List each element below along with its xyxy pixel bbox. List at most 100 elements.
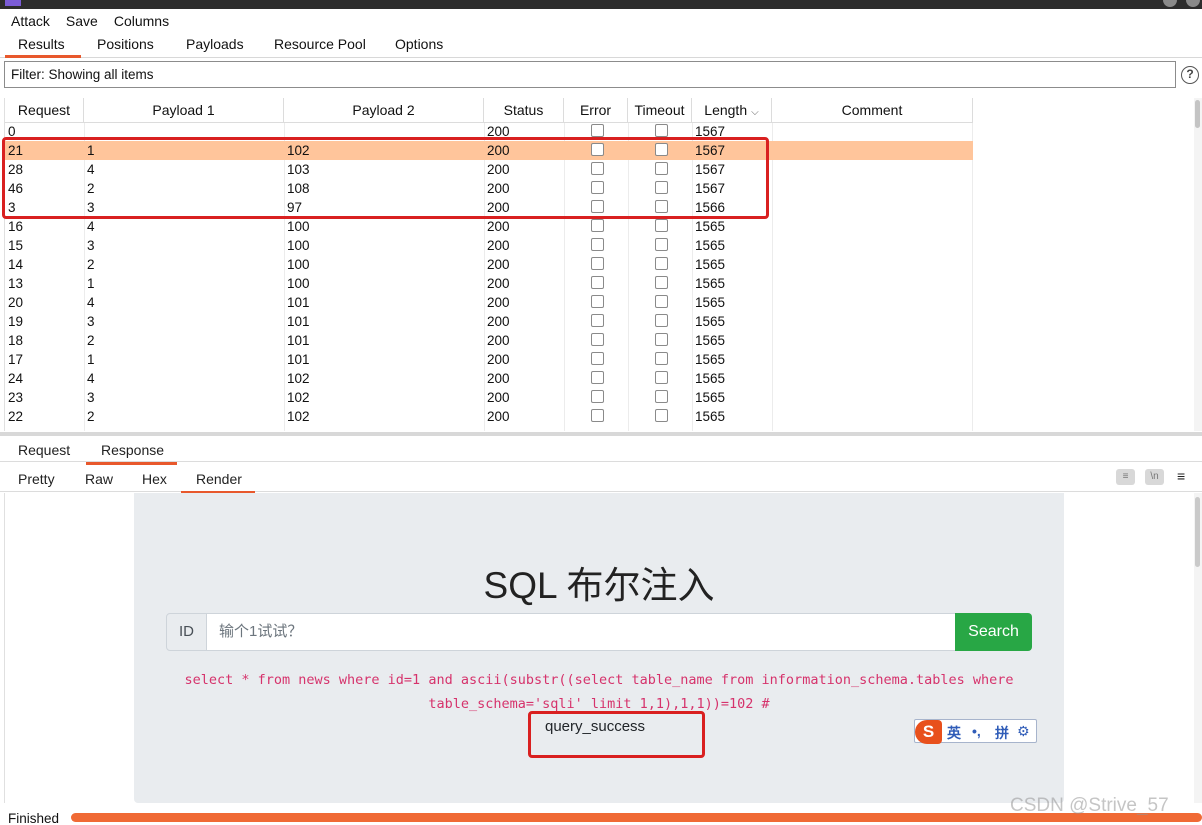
table-header: Request Payload 1 Payload 2 Status Error… <box>5 98 973 123</box>
cell-payload2: 102 <box>287 390 310 405</box>
hamburger-menu-icon[interactable]: ≡ <box>1177 468 1185 484</box>
table-row[interactable]: 23 3 102 200 1565 <box>5 388 973 407</box>
cell-status: 200 <box>487 295 510 310</box>
error-checkbox[interactable] <box>591 295 604 308</box>
cell-payload2: 101 <box>287 295 310 310</box>
search-button[interactable]: Search <box>955 613 1032 651</box>
timeout-checkbox[interactable] <box>655 238 668 251</box>
cell-status: 200 <box>487 238 510 253</box>
column-header-payload2[interactable]: Payload 2 <box>284 98 484 123</box>
error-checkbox[interactable] <box>591 409 604 422</box>
column-header-request[interactable]: Request <box>5 98 84 123</box>
ime-punctuation[interactable]: •, <box>972 723 981 739</box>
cell-length: 1565 <box>695 219 726 234</box>
timeout-checkbox[interactable] <box>655 390 668 403</box>
close-icon[interactable] <box>1186 0 1200 7</box>
table-row[interactable]: 15 3 100 200 1565 <box>5 236 973 255</box>
cell-request: 22 <box>8 409 24 424</box>
menu-attack[interactable]: Attack <box>11 13 50 29</box>
table-row[interactable]: 22 2 102 200 1565 <box>5 407 973 426</box>
cell-status: 200 <box>487 333 510 348</box>
cell-length: 1565 <box>695 238 726 253</box>
error-checkbox[interactable] <box>591 219 604 232</box>
menu-save[interactable]: Save <box>66 13 98 29</box>
cell-payload1: 3 <box>87 390 95 405</box>
table-row[interactable]: 16 4 100 200 1565 <box>5 217 973 236</box>
timeout-checkbox[interactable] <box>655 257 668 270</box>
gear-icon[interactable]: ⚙ <box>1017 723 1030 740</box>
cell-length: 1565 <box>695 276 726 291</box>
error-checkbox[interactable] <box>591 352 604 365</box>
table-row[interactable]: 18 2 101 200 1565 <box>5 331 973 350</box>
ime-toolbar[interactable]: S 英 •, 拼 ⚙ <box>914 719 1037 744</box>
cell-payload1: 1 <box>87 352 95 367</box>
tab-results[interactable]: Results <box>5 36 81 58</box>
scrollbar-thumb[interactable] <box>1195 497 1200 567</box>
column-header-length[interactable]: Length ⌵ <box>692 98 772 123</box>
column-header-error[interactable]: Error <box>564 98 628 123</box>
table-row[interactable]: 14 2 100 200 1565 <box>5 255 973 274</box>
error-checkbox[interactable] <box>591 333 604 346</box>
cell-request: 16 <box>8 219 24 234</box>
tab-pretty[interactable]: Pretty <box>18 471 55 487</box>
timeout-checkbox[interactable] <box>655 219 668 232</box>
error-checkbox[interactable] <box>591 124 604 137</box>
timeout-checkbox[interactable] <box>655 124 668 137</box>
column-header-comment[interactable]: Comment <box>772 98 973 123</box>
table-row[interactable]: 20 4 101 200 1565 <box>5 293 973 312</box>
error-checkbox[interactable] <box>591 238 604 251</box>
error-checkbox[interactable] <box>591 314 604 327</box>
table-scrollbar[interactable] <box>1194 98 1202 431</box>
timeout-checkbox[interactable] <box>655 314 668 327</box>
cell-status: 200 <box>487 371 510 386</box>
error-checkbox[interactable] <box>591 257 604 270</box>
cell-status: 200 <box>487 257 510 272</box>
cell-status: 200 <box>487 390 510 405</box>
table-row[interactable]: 19 3 101 200 1565 <box>5 312 973 331</box>
column-header-payload1[interactable]: Payload 1 <box>84 98 284 123</box>
cell-length: 1565 <box>695 409 726 424</box>
tab-raw[interactable]: Raw <box>85 471 113 487</box>
pane-splitter[interactable] <box>0 432 1202 436</box>
tab-options[interactable]: Options <box>395 36 443 52</box>
render-scrollbar[interactable] <box>1194 493 1202 803</box>
timeout-checkbox[interactable] <box>655 295 668 308</box>
column-header-status[interactable]: Status <box>484 98 564 123</box>
error-checkbox[interactable] <box>591 276 604 289</box>
table-row[interactable]: 13 1 100 200 1565 <box>5 274 973 293</box>
timeout-checkbox[interactable] <box>655 276 668 289</box>
cell-payload1: 1 <box>87 276 95 291</box>
cell-status: 200 <box>487 219 510 234</box>
window-titlebar <box>0 0 1202 9</box>
question-circle-icon[interactable]: ? <box>1181 66 1199 84</box>
error-checkbox[interactable] <box>591 371 604 384</box>
ime-mode[interactable]: 英 <box>947 723 961 743</box>
tab-request[interactable]: Request <box>18 442 70 458</box>
tab-positions[interactable]: Positions <box>97 36 154 52</box>
page-title: SQL 布尔注入 <box>483 565 715 606</box>
tab-resource-pool[interactable]: Resource Pool <box>274 36 366 52</box>
newline-icon[interactable]: \n <box>1145 469 1164 485</box>
error-checkbox[interactable] <box>591 390 604 403</box>
scrollbar-thumb[interactable] <box>1195 100 1200 128</box>
filter-bar[interactable]: Filter: Showing all items <box>4 61 1176 88</box>
tab-payloads[interactable]: Payloads <box>186 36 244 52</box>
tab-response[interactable]: Response <box>85 442 178 465</box>
cell-payload1: 4 <box>87 219 95 234</box>
cell-payload1: 3 <box>87 238 95 253</box>
text-wrap-icon[interactable]: ≡ <box>1116 469 1135 485</box>
timeout-checkbox[interactable] <box>655 352 668 365</box>
ime-pinyin[interactable]: 拼 <box>995 723 1009 743</box>
column-header-timeout[interactable]: Timeout <box>628 98 692 123</box>
table-row[interactable]: 24 4 102 200 1565 <box>5 369 973 388</box>
timeout-checkbox[interactable] <box>655 371 668 384</box>
cell-payload1: 2 <box>87 333 95 348</box>
id-input[interactable]: 输个1试试？ <box>206 613 956 651</box>
menu-columns[interactable]: Columns <box>114 13 169 29</box>
minimize-icon[interactable] <box>1163 0 1177 7</box>
timeout-checkbox[interactable] <box>655 409 668 422</box>
table-row[interactable]: 17 1 101 200 1565 <box>5 350 973 369</box>
timeout-checkbox[interactable] <box>655 333 668 346</box>
tab-hex[interactable]: Hex <box>142 471 167 487</box>
tab-render[interactable]: Render <box>181 471 255 494</box>
